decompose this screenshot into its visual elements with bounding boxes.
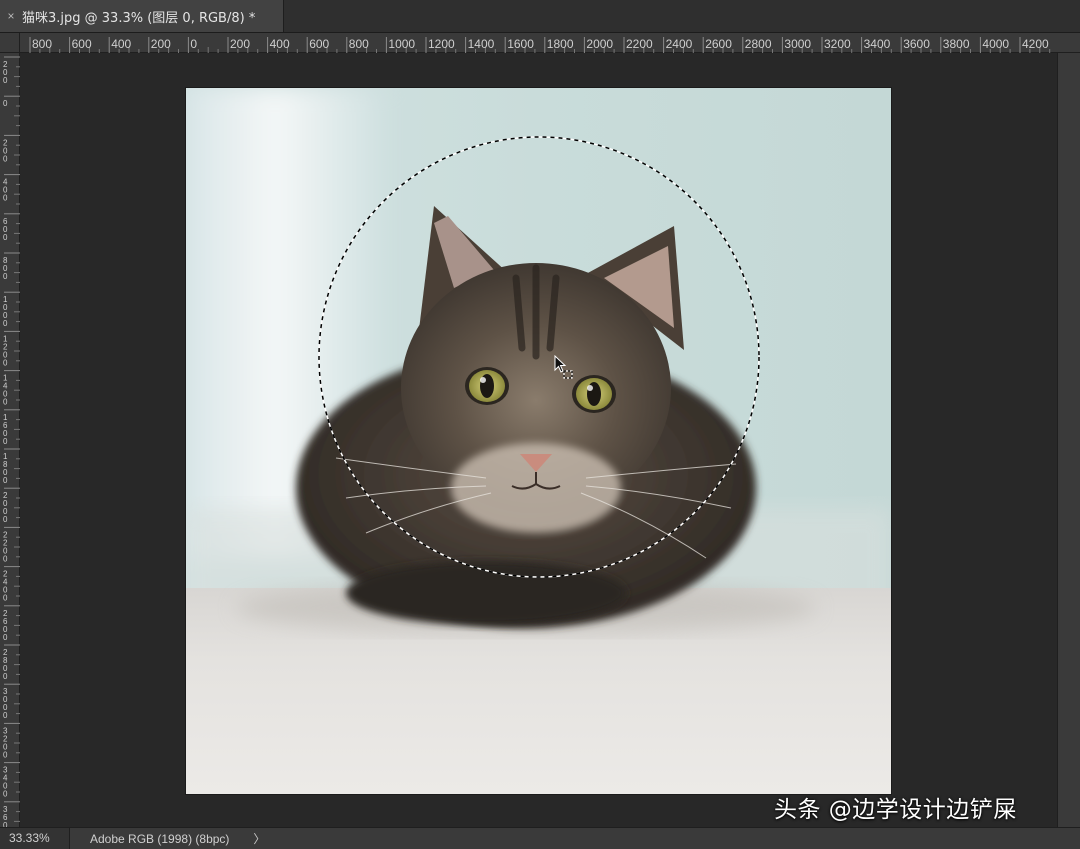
- ruler-label: 600: [309, 37, 329, 51]
- elliptical-selection-marquee[interactable]: [318, 136, 760, 578]
- marquee-move-cursor-icon: [554, 355, 573, 379]
- status-bar: 33.33% Adobe RGB (1998) (8bpc) 〉: [0, 827, 1080, 849]
- vertical-ruler[interactable]: 2000200400600800100012001400160018002000…: [0, 53, 20, 827]
- close-icon[interactable]: ×: [0, 9, 22, 23]
- ruler-label: 0: [3, 750, 8, 759]
- ruler-label: 0: [3, 319, 8, 328]
- watermark-text: 头条 @边学设计边铲屎: [774, 797, 1017, 823]
- document-tab[interactable]: × 猫咪3.jpg @ 33.3% (图层 0, RGB/8) *: [0, 0, 284, 32]
- ruler-label: 1600: [507, 37, 534, 51]
- ruler-label: 0: [3, 154, 8, 163]
- ruler-label: 0: [3, 358, 8, 367]
- ruler-label: 3600: [903, 37, 930, 51]
- ruler-label: 1000: [388, 37, 415, 51]
- ruler-label: 3000: [784, 37, 811, 51]
- ruler-label: 0: [3, 672, 8, 681]
- horizontal-ruler-ticks: 800 600 400 200 0 200 400 600 800 1000 1200 1400 160…: [29, 37, 1051, 53]
- color-profile-info: Adobe RGB (1998) (8bpc): [90, 831, 230, 846]
- ruler-label: 3800: [943, 37, 970, 51]
- ruler-label: 0: [190, 37, 197, 51]
- ruler-label: 0: [3, 233, 8, 242]
- ruler-label: 400: [270, 37, 290, 51]
- ruler-label: 600: [72, 37, 92, 51]
- chevron-right-icon[interactable]: 〉: [253, 830, 265, 847]
- ruler-label: 4000: [982, 37, 1009, 51]
- ruler-label: 2800: [745, 37, 772, 51]
- horizontal-ruler[interactable]: 800 600 400 200 0 200 400 600 800 1000 1200 1400 160…: [20, 33, 1080, 53]
- ruler-label: 2600: [705, 37, 732, 51]
- ruler-label: 0: [3, 99, 8, 108]
- ruler-label: 0: [3, 476, 8, 485]
- ruler-label: 800: [32, 37, 52, 51]
- ruler-label: 200: [151, 37, 171, 51]
- ruler-label: 800: [349, 37, 369, 51]
- ruler-label: 0: [3, 437, 8, 446]
- panel-edge: [1057, 53, 1080, 827]
- ruler-label: 2200: [626, 37, 653, 51]
- photoshop-window: × 猫咪3.jpg @ 33.3% (图层 0, RGB/8) * 800 600…: [0, 0, 1080, 849]
- ruler-label: 0: [3, 515, 8, 524]
- ruler-label: 0: [3, 633, 8, 642]
- ruler-label: 200: [230, 37, 250, 51]
- ruler-label: 0: [3, 272, 8, 281]
- ruler-label: 0: [3, 554, 8, 563]
- ruler-label: 0: [3, 790, 8, 799]
- document-tab-title: 猫咪3.jpg @ 33.3% (图层 0, RGB/8) *: [22, 10, 256, 26]
- zoom-level-field[interactable]: 33.33%: [0, 828, 70, 849]
- ruler-label: 400: [111, 37, 131, 51]
- ruler-label: 1800: [547, 37, 574, 51]
- ruler-label: 3200: [824, 37, 851, 51]
- ruler-label: 4200: [1022, 37, 1049, 51]
- ruler-label: 0: [3, 594, 8, 603]
- ruler-label: 1200: [428, 37, 455, 51]
- ruler-label: 1400: [468, 37, 495, 51]
- ruler-label: 0: [3, 76, 8, 85]
- ruler-label: 0: [3, 711, 8, 720]
- document-tab-bar: × 猫咪3.jpg @ 33.3% (图层 0, RGB/8) *: [0, 0, 1080, 33]
- ruler-label: 2000: [586, 37, 613, 51]
- ruler-label: 3400: [864, 37, 891, 51]
- ruler-label: 2400: [666, 37, 693, 51]
- ruler-origin[interactable]: [0, 33, 20, 53]
- ruler-label: 0: [3, 194, 8, 203]
- vertical-ruler-ticks: 2000200400600800100012001400160018002000…: [3, 56, 20, 827]
- ruler-label: 0: [3, 398, 8, 407]
